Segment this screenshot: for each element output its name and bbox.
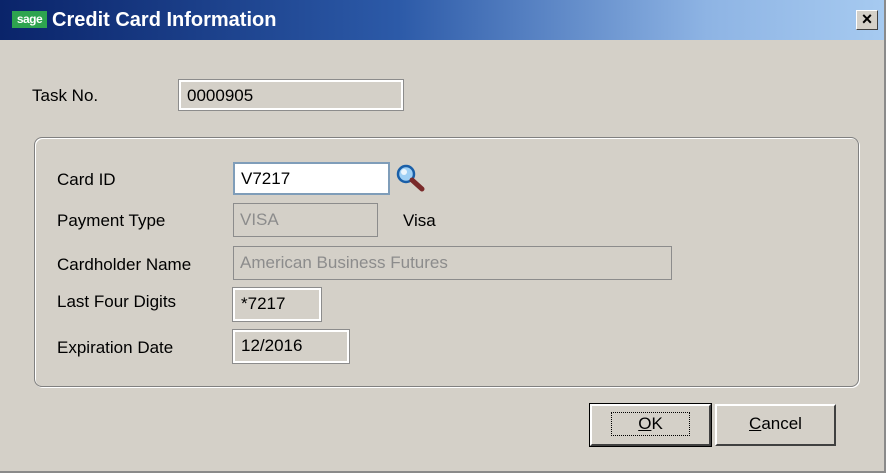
- card-id-input[interactable]: V7217: [233, 162, 390, 195]
- ok-label-rest: K: [651, 414, 663, 433]
- magnifier-icon[interactable]: [394, 163, 428, 193]
- last-four-digits-label: Last Four Digits: [57, 292, 177, 311]
- payment-type-field: VISA: [233, 203, 378, 237]
- cardholder-name-field: American Business Futures: [233, 246, 672, 280]
- credit-card-dialog: sage Credit Card Information × Task No. …: [0, 0, 886, 473]
- expiration-date-label: Expiration Date: [57, 338, 174, 357]
- payment-type-label: Payment Type: [57, 211, 166, 230]
- sage-logo: sage: [12, 11, 47, 28]
- cancel-accelerator: C: [749, 414, 762, 433]
- task-no-label: Task No.: [32, 86, 99, 105]
- last-four-digits-field[interactable]: *7217: [232, 287, 322, 322]
- title-bar[interactable]: sage Credit Card Information ×: [0, 0, 884, 40]
- cancel-button[interactable]: Cancel: [715, 404, 836, 446]
- card-id-label: Card ID: [57, 170, 116, 189]
- cancel-label-rest: ancel: [761, 414, 802, 433]
- task-no-field[interactable]: 0000905: [178, 79, 404, 111]
- cardholder-name-label: Cardholder Name: [57, 255, 192, 274]
- payment-type-description: Visa: [403, 211, 436, 230]
- ok-accelerator: O: [638, 414, 652, 433]
- ok-button[interactable]: OK: [589, 403, 712, 447]
- window-title: Credit Card Information: [52, 9, 277, 31]
- expiration-date-field[interactable]: 12/2016: [232, 329, 350, 364]
- close-button[interactable]: ×: [856, 10, 878, 30]
